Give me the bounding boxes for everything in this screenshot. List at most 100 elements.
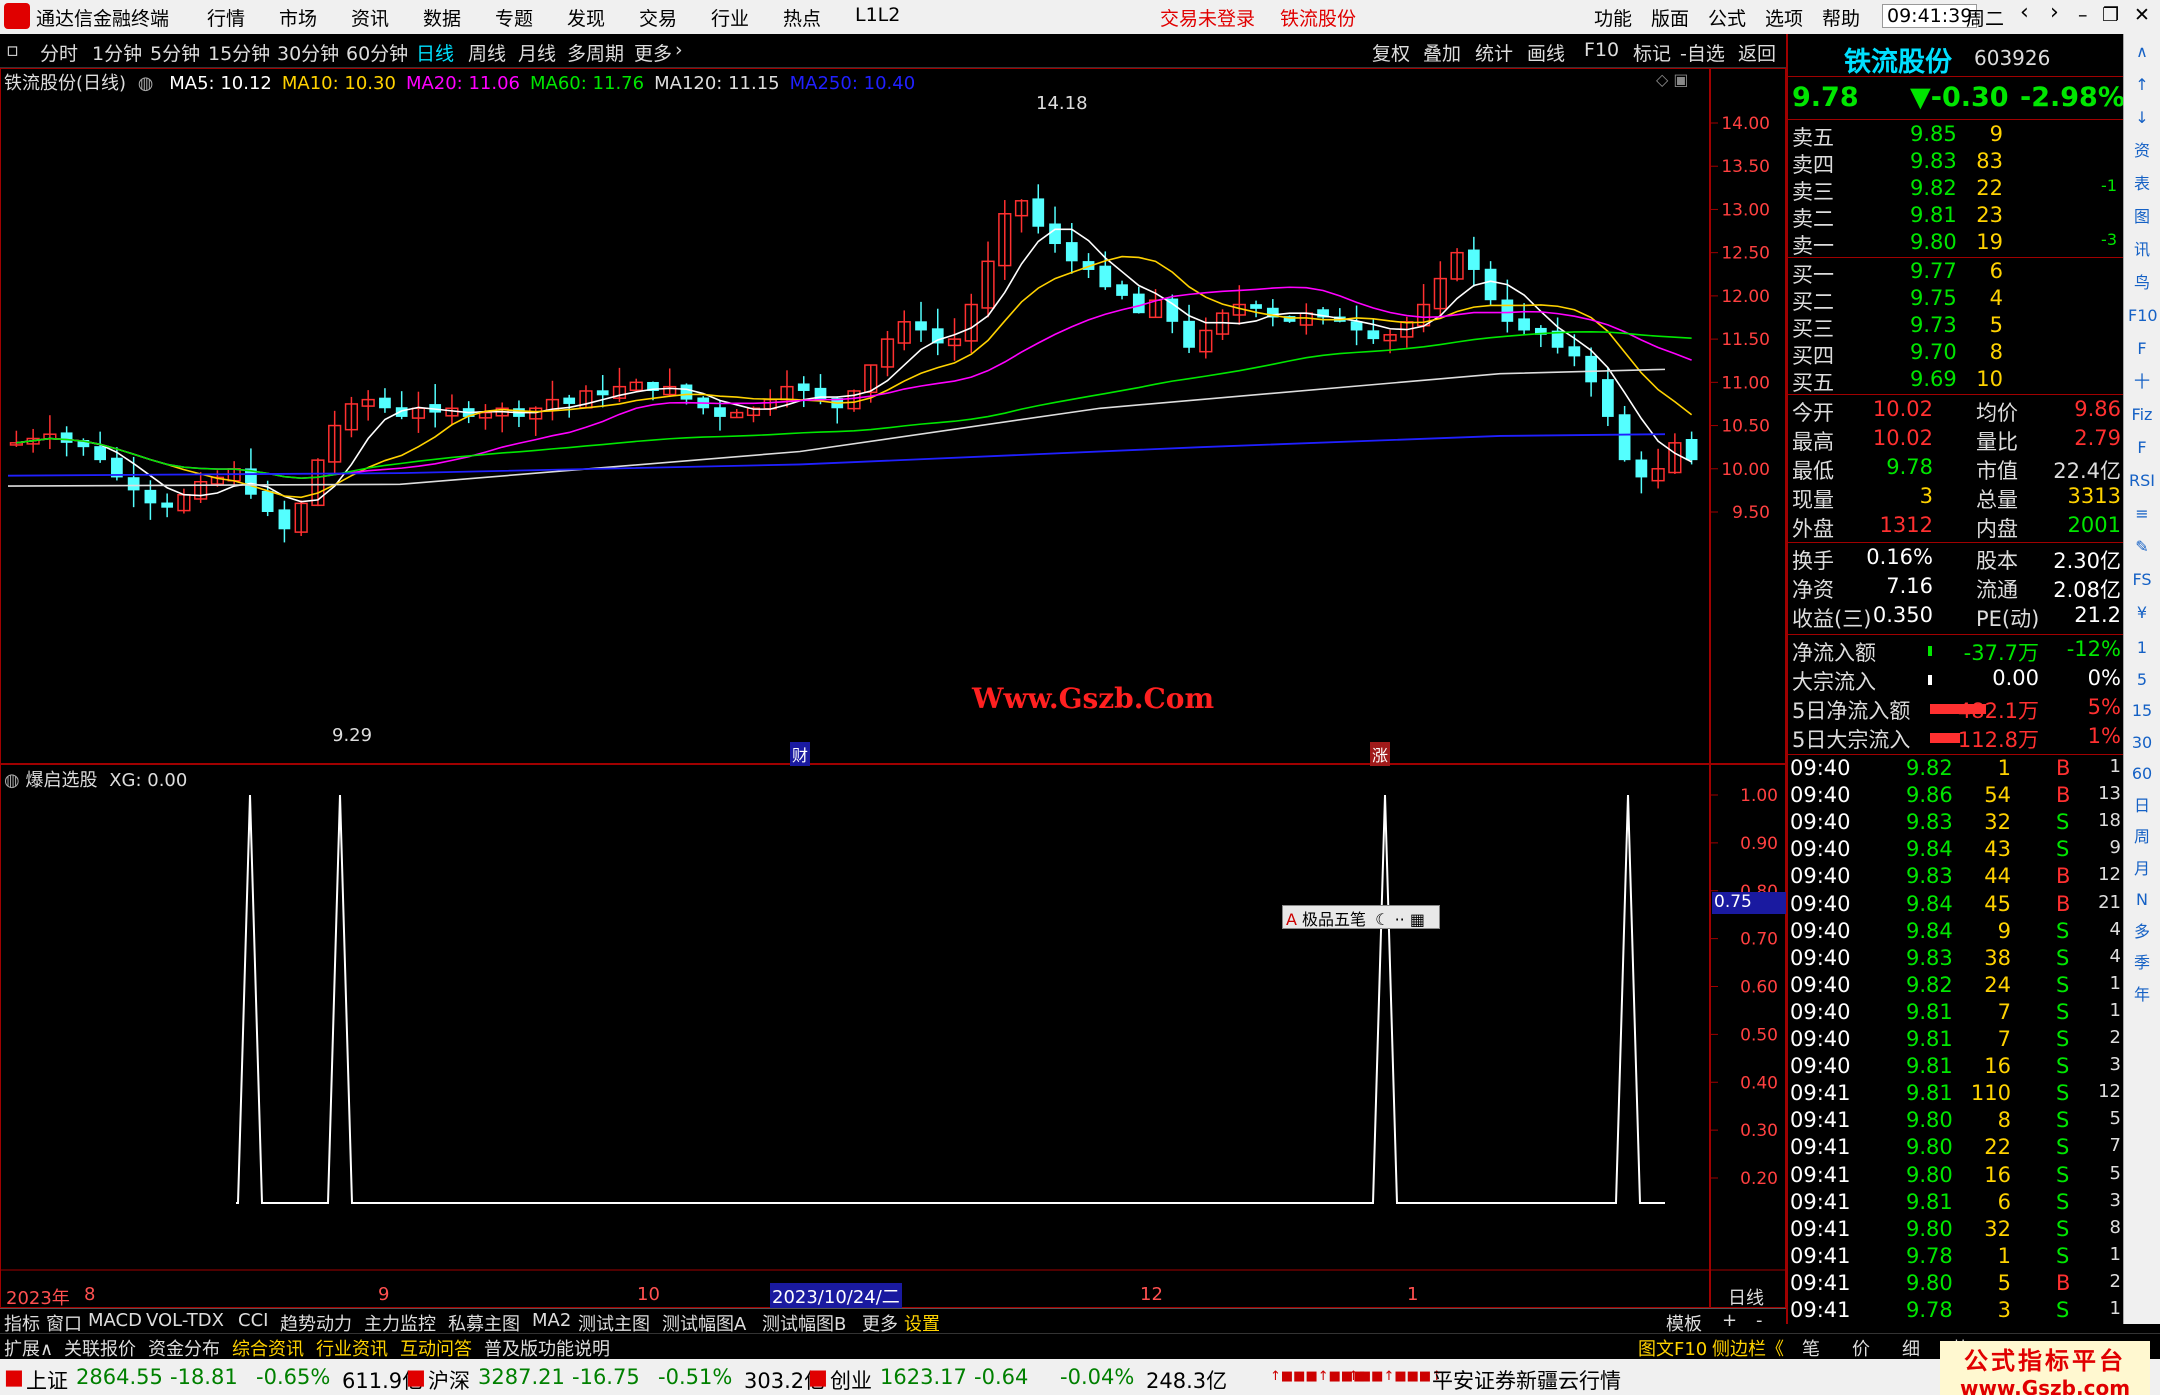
tab2-right-0[interactable]: 图文F10 [1638, 1335, 1707, 1361]
menu-l1l2[interactable]: L1L2 [855, 4, 900, 26]
menu-zixun[interactable]: 资讯 [351, 4, 389, 31]
period-more[interactable]: 更多 [634, 39, 672, 66]
side-icon-0[interactable]: ∧ [2128, 38, 2156, 66]
trade-login-status[interactable]: 交易未登录 [1160, 4, 1255, 31]
settings-icon[interactable]: ◍ [138, 73, 154, 94]
menu-shichang[interactable]: 市场 [279, 4, 317, 31]
index-name[interactable]: 创业 [830, 1365, 872, 1395]
period-5min[interactable]: 5分钟 [150, 39, 200, 66]
btn-zixuan[interactable]: -自选 [1680, 39, 1725, 66]
side-icon-2[interactable]: ↓ [2128, 104, 2156, 132]
kline-chart[interactable]: 14.0013.5013.0012.5012.0011.5011.0010.50… [0, 68, 1786, 1308]
tab2-6[interactable]: 普及版功能说明 [484, 1335, 610, 1361]
btn-diejia[interactable]: 叠加 [1423, 39, 1461, 66]
menu-hangye[interactable]: 行业 [711, 4, 749, 31]
period-1min[interactable]: 1分钟 [92, 39, 142, 66]
menu-hangqing[interactable]: 行情 [207, 4, 245, 31]
side-icon-16[interactable]: FS [2128, 566, 2156, 594]
side-icon-15[interactable]: ✎ [2128, 533, 2156, 561]
back-icon[interactable]: ‹ [2020, 0, 2029, 25]
menu-redian[interactable]: 热点 [783, 4, 821, 31]
side-icon-14[interactable]: ≡ [2128, 500, 2156, 528]
menu-shuju[interactable]: 数据 [423, 4, 461, 31]
tab2-2[interactable]: 资金分布 [148, 1335, 220, 1361]
period-multi[interactable]: 多周期 [567, 39, 624, 66]
menu-gongshi[interactable]: 公式 [1708, 4, 1746, 31]
period-fenshi[interactable]: 分时 [40, 39, 78, 66]
side-icon-7[interactable]: 鸟 [2128, 269, 2156, 297]
menu-xuanxiang[interactable]: 选项 [1765, 4, 1803, 31]
tab-4[interactable]: CCI [238, 1310, 268, 1331]
side-icon-1[interactable]: ↑ [2128, 71, 2156, 99]
forward-icon[interactable]: › [2050, 0, 2059, 25]
tab2-1[interactable]: 关联报价 [64, 1335, 136, 1361]
btn-fuquan[interactable]: 复权 [1372, 39, 1410, 66]
tab-right-2[interactable]: - [1756, 1310, 1763, 1331]
side-icon-26[interactable]: N [2128, 886, 2156, 914]
tab-3[interactable]: VOL-TDX [146, 1310, 224, 1331]
side-icon-25[interactable]: 月 [2128, 855, 2156, 883]
menu-zhuanti[interactable]: 专题 [495, 4, 533, 31]
minimize-icon[interactable]: – [2078, 4, 2088, 26]
tab-right-1[interactable]: + [1722, 1310, 1737, 1331]
marker-zhang[interactable]: 涨 [1370, 742, 1391, 766]
tab2-right-4[interactable]: 细 [1902, 1335, 1920, 1361]
menu-banmian[interactable]: 版面 [1651, 4, 1689, 31]
tab2-3[interactable]: 综合资讯 [232, 1335, 304, 1361]
side-icon-3[interactable]: 资 [2128, 137, 2156, 165]
ime-popup[interactable]: A 极品五笔 ☾ ·· ▦ [1282, 905, 1440, 929]
side-icon-21[interactable]: 30 [2128, 729, 2156, 757]
side-icon-6[interactable]: 讯 [2128, 236, 2156, 264]
tab-8[interactable]: MA2 [532, 1310, 571, 1331]
side-icon-29[interactable]: 年 [2128, 981, 2156, 1009]
index-name[interactable]: 上证 [26, 1365, 68, 1395]
side-icon-19[interactable]: 5 [2128, 666, 2156, 694]
side-icon-4[interactable]: 表 [2128, 170, 2156, 198]
period-weekly[interactable]: 周线 [468, 39, 506, 66]
btn-f10[interactable]: F10 [1584, 39, 1619, 61]
menu-gongneng[interactable]: 功能 [1594, 4, 1632, 31]
indicator-settings-icon[interactable]: ◍ [4, 770, 20, 791]
side-icon-12[interactable]: F [2128, 434, 2156, 462]
marker-cai[interactable]: 财 [790, 742, 811, 766]
period-daily[interactable]: 日线 [416, 39, 454, 66]
side-icon-17[interactable]: ¥ [2128, 599, 2156, 627]
collapse-icon[interactable]: ▫ [6, 39, 19, 61]
tab2-right-2[interactable]: 笔 [1802, 1335, 1820, 1361]
tab2-4[interactable]: 行业资讯 [316, 1335, 388, 1361]
expand-icon[interactable]: ◇ ▣ [1656, 70, 1689, 89]
tab2-0[interactable]: 扩展∧ [4, 1335, 53, 1361]
side-icon-24[interactable]: 周 [2128, 823, 2156, 851]
btn-fanhui[interactable]: 返回 [1738, 39, 1776, 66]
side-icon-20[interactable]: 15 [2128, 697, 2156, 725]
tab2-5[interactable]: 互动问答 [400, 1335, 472, 1361]
side-icon-27[interactable]: 多 [2128, 918, 2156, 946]
side-icon-13[interactable]: RSI [2128, 467, 2156, 495]
index-name[interactable]: 沪深 [428, 1365, 470, 1395]
menu-jiaoyi[interactable]: 交易 [639, 4, 677, 31]
chevron-right-icon[interactable]: › [675, 39, 683, 61]
side-icon-11[interactable]: Fiz [2128, 401, 2156, 429]
side-icon-18[interactable]: 1 [2128, 634, 2156, 662]
side-icon-9[interactable]: F [2128, 335, 2156, 363]
side-icon-5[interactable]: 图 [2128, 203, 2156, 231]
period-60min[interactable]: 60分钟 [346, 39, 408, 66]
period-15min[interactable]: 15分钟 [208, 39, 270, 66]
period-30min[interactable]: 30分钟 [277, 39, 339, 66]
btn-tongji[interactable]: 统计 [1475, 39, 1513, 66]
tab2-right-3[interactable]: 价 [1852, 1335, 1870, 1361]
side-icon-22[interactable]: 60 [2128, 760, 2156, 788]
side-icon-28[interactable]: 季 [2128, 949, 2156, 977]
side-icon-10[interactable]: 十 [2128, 368, 2156, 396]
period-monthly[interactable]: 月线 [518, 39, 556, 66]
close-icon[interactable]: ✕ [2134, 4, 2150, 26]
restore-icon[interactable]: ❐ [2102, 4, 2119, 26]
btn-biaoji[interactable]: 标记 [1633, 39, 1671, 66]
side-icon-8[interactable]: F10 [2128, 302, 2158, 330]
menu-bangzhu[interactable]: 帮助 [1822, 4, 1860, 31]
tab2-right-1[interactable]: 侧边栏《 [1712, 1335, 1784, 1361]
tab-2[interactable]: MACD [88, 1310, 142, 1331]
menu-faxian[interactable]: 发现 [567, 4, 605, 31]
btn-huaxian[interactable]: 画线 [1527, 39, 1565, 66]
side-icon-23[interactable]: 日 [2128, 792, 2156, 820]
